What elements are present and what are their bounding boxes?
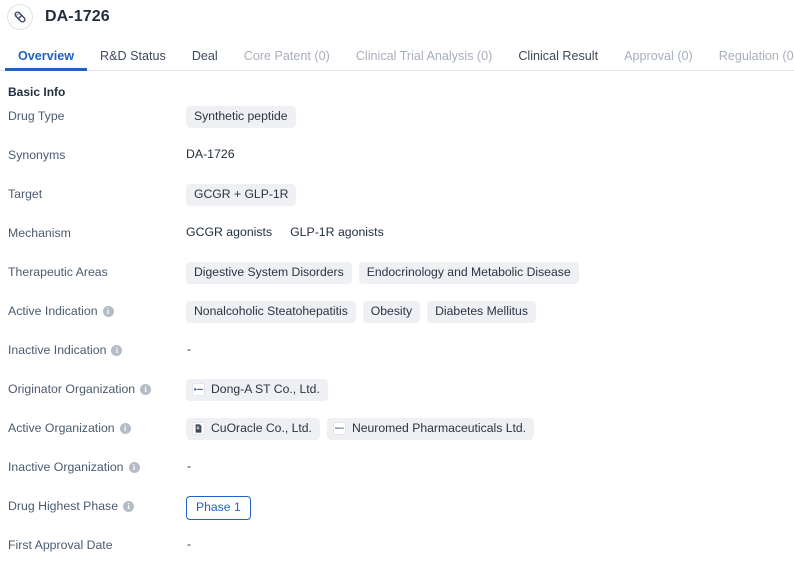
row-label: Inactive Organization i: [8, 456, 186, 475]
row-drug-highest-phase: Drug Highest Phase i Phase 1: [0, 495, 794, 534]
row-label-text: Active Indication: [8, 304, 98, 319]
tab-regulation[interactable]: Regulation (0): [706, 49, 794, 70]
row-value: GCGR + GLP-1R: [186, 183, 794, 206]
chip-organization[interactable]: Neuromed Pharmaceuticals Ltd.: [327, 418, 534, 440]
text-mechanism-item: GCGR agonists: [186, 224, 272, 241]
row-label-text: Drug Type: [8, 109, 65, 124]
chip-therapeutic-area[interactable]: Endocrinology and Metabolic Disease: [359, 262, 579, 284]
basic-info-rows: Drug Type Synthetic peptide Synonyms DA-…: [0, 99, 794, 568]
row-value: Digestive System Disorders Endocrinology…: [186, 261, 794, 284]
row-label: Target: [8, 183, 186, 202]
organization-name: Dong-A ST Co., Ltd.: [211, 382, 320, 397]
page-header: DA-1726: [0, 0, 794, 34]
info-icon[interactable]: i: [103, 306, 114, 317]
chip-organization[interactable]: CuOracle Co., Ltd.: [186, 418, 320, 440]
organization-logo-icon: [333, 422, 346, 435]
row-label: Inactive Indication i: [8, 339, 186, 358]
row-value: -: [186, 456, 794, 476]
chip-therapeutic-area[interactable]: Digestive System Disorders: [186, 262, 352, 284]
row-first-approval-date: First Approval Date -: [0, 534, 794, 568]
chip-organization[interactable]: Dong-A ST Co., Ltd.: [186, 379, 328, 401]
row-value: -: [186, 339, 794, 359]
drug-overview-page: DA-1726 Overview R&D Status Deal Core Pa…: [0, 0, 794, 568]
info-icon[interactable]: i: [111, 345, 122, 356]
chip-drug-type[interactable]: Synthetic peptide: [186, 106, 296, 128]
page-title: DA-1726: [45, 8, 110, 26]
row-label: First Approval Date: [8, 534, 186, 553]
row-label-text: First Approval Date: [8, 538, 113, 553]
tab-deal[interactable]: Deal: [179, 49, 231, 70]
row-label: Active Indication i: [8, 300, 186, 319]
info-icon[interactable]: i: [120, 423, 131, 434]
row-label: Originator Organization i: [8, 378, 186, 397]
row-label-text: Synonyms: [8, 148, 65, 163]
row-value: Nonalcoholic Steatohepatitis Obesity Dia…: [186, 300, 794, 323]
row-originator-organization: Originator Organization i Dong-A ST Co.,…: [0, 378, 794, 417]
row-label-text: Inactive Indication: [8, 343, 106, 358]
organization-name: CuOracle Co., Ltd.: [211, 421, 312, 436]
row-therapeutic-areas: Therapeutic Areas Digestive System Disor…: [0, 261, 794, 300]
row-label: Active Organization i: [8, 417, 186, 436]
row-mechanism: Mechanism GCGR agonists GLP-1R agonists: [0, 222, 794, 261]
row-drug-type: Drug Type Synthetic peptide: [0, 105, 794, 144]
pill-capsule-icon: [7, 4, 33, 30]
row-label-text: Active Organization: [8, 421, 115, 436]
row-value: Synthetic peptide: [186, 105, 794, 128]
row-value: GCGR agonists GLP-1R agonists: [186, 222, 794, 242]
tab-rd-status[interactable]: R&D Status: [87, 49, 179, 70]
row-label: Synonyms: [8, 144, 186, 163]
row-value: Dong-A ST Co., Ltd.: [186, 378, 794, 401]
chip-indication[interactable]: Obesity: [363, 301, 420, 323]
row-label: Drug Type: [8, 105, 186, 124]
row-label-text: Originator Organization: [8, 382, 135, 397]
row-label: Therapeutic Areas: [8, 261, 186, 280]
row-target: Target GCGR + GLP-1R: [0, 183, 794, 222]
row-active-organization: Active Organization i CuOracle Co., Ltd.: [0, 417, 794, 456]
status-badge-phase[interactable]: Phase 1: [186, 496, 251, 520]
organization-logo-icon: [192, 383, 205, 396]
info-icon[interactable]: i: [140, 384, 151, 395]
row-label-text: Inactive Organization: [8, 460, 124, 475]
row-value: DA-1726: [186, 144, 794, 164]
row-inactive-organization: Inactive Organization i -: [0, 456, 794, 495]
chip-indication[interactable]: Diabetes Mellitus: [427, 301, 536, 323]
chip-target[interactable]: GCGR + GLP-1R: [186, 184, 296, 206]
row-value: Phase 1: [186, 495, 794, 520]
organization-name: Neuromed Pharmaceuticals Ltd.: [352, 421, 526, 436]
text-empty-value: -: [186, 536, 191, 553]
row-label-text: Target: [8, 187, 42, 202]
row-value: -: [186, 534, 794, 554]
tab-core-patent[interactable]: Core Patent (0): [231, 49, 343, 70]
text-synonyms: DA-1726: [186, 146, 235, 163]
row-synonyms: Synonyms DA-1726: [0, 144, 794, 183]
row-label-text: Drug Highest Phase: [8, 499, 118, 514]
text-empty-value: -: [186, 341, 191, 358]
tab-clinical-result[interactable]: Clinical Result: [505, 49, 611, 70]
row-inactive-indication: Inactive Indication i -: [0, 339, 794, 378]
text-mechanism-item: GLP-1R agonists: [290, 224, 384, 241]
row-label-text: Mechanism: [8, 226, 71, 241]
row-value: CuOracle Co., Ltd. Neuromed Pharmaceutic…: [186, 417, 794, 440]
tab-approval[interactable]: Approval (0): [611, 49, 706, 70]
chip-indication[interactable]: Nonalcoholic Steatohepatitis: [186, 301, 356, 323]
tab-clinical-trial-analysis[interactable]: Clinical Trial Analysis (0): [343, 49, 505, 70]
tab-bar: Overview R&D Status Deal Core Patent (0)…: [0, 42, 794, 71]
row-label: Mechanism: [8, 222, 186, 241]
organization-logo-icon: [192, 422, 205, 435]
text-empty-value: -: [186, 458, 191, 475]
info-icon[interactable]: i: [123, 501, 134, 512]
row-active-indication: Active Indication i Nonalcoholic Steatoh…: [0, 300, 794, 339]
info-icon[interactable]: i: [129, 462, 140, 473]
row-label: Drug Highest Phase i: [8, 495, 186, 514]
section-title-basic-info: Basic Info: [0, 71, 794, 99]
row-label-text: Therapeutic Areas: [8, 265, 108, 280]
tab-overview[interactable]: Overview: [5, 49, 87, 70]
